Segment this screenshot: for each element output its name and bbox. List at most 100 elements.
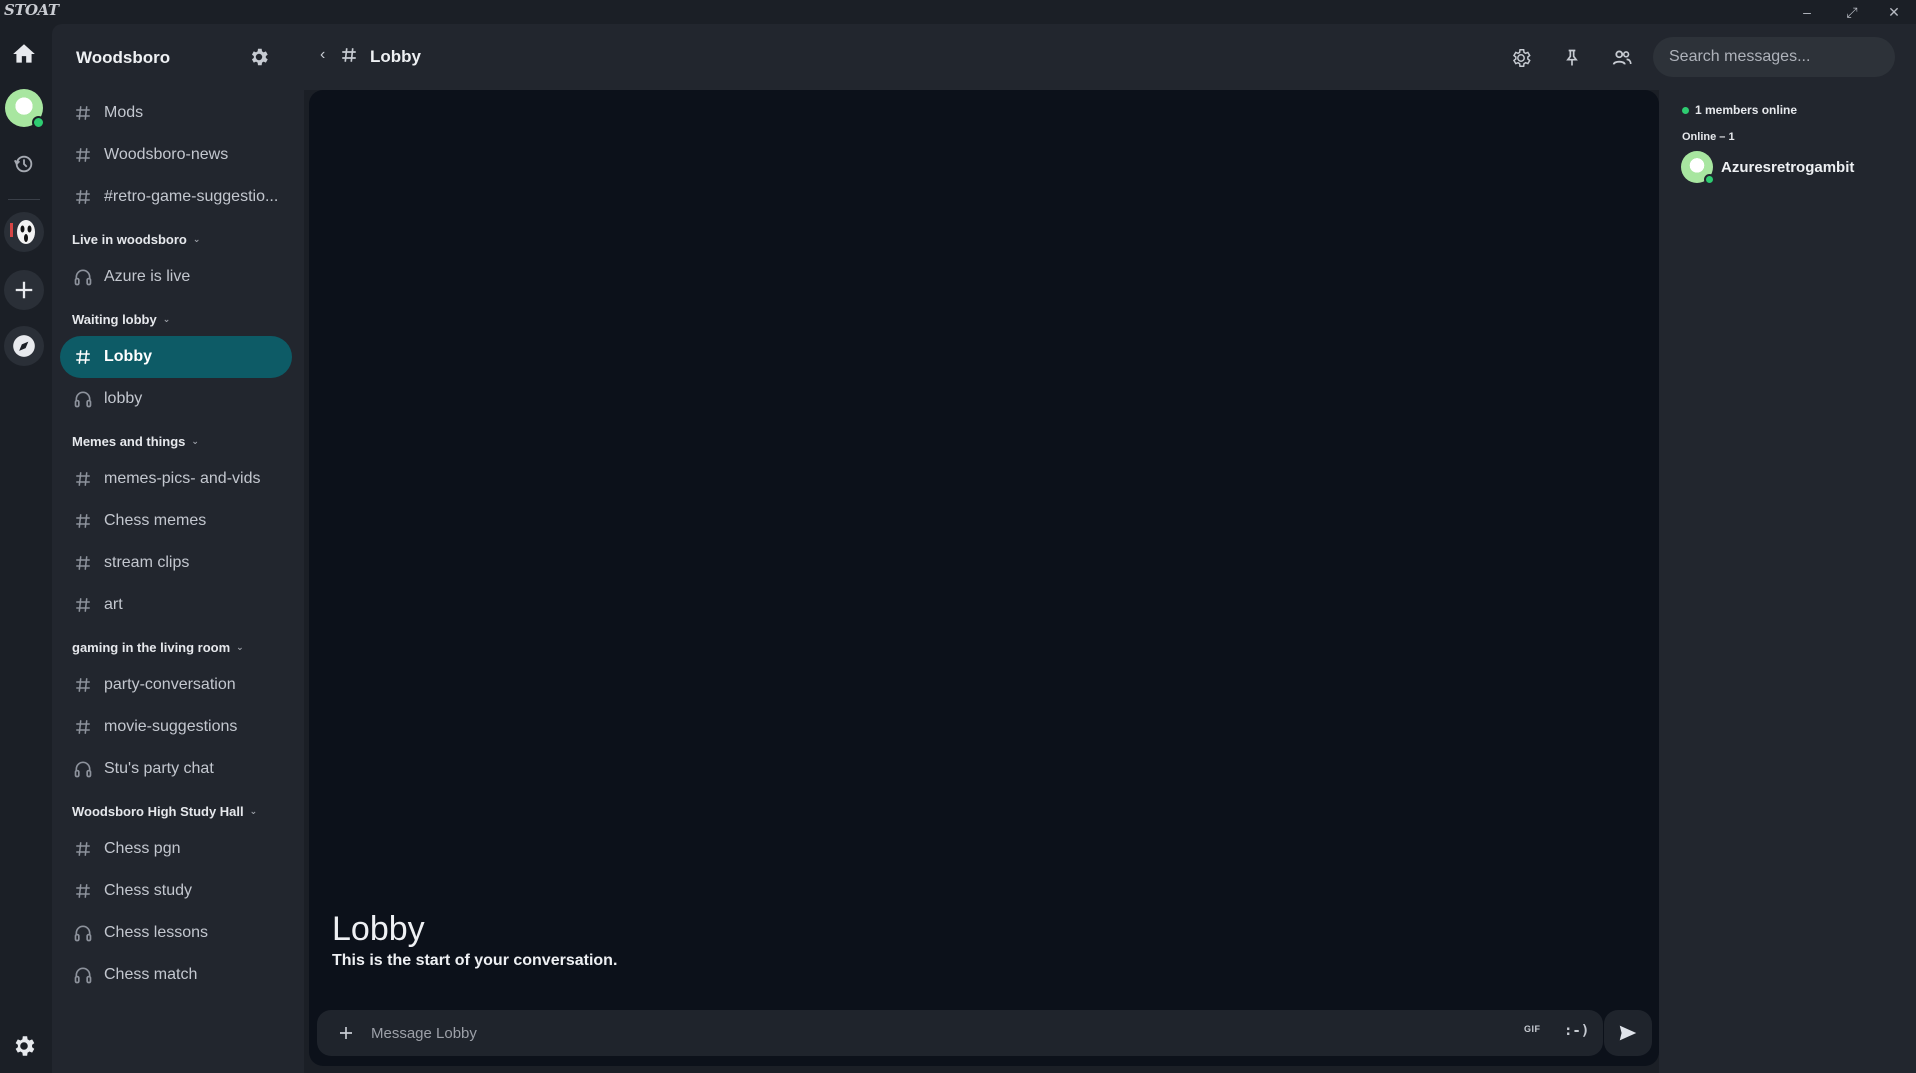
profile-avatar[interactable] [4, 88, 45, 129]
headphones-icon [72, 267, 94, 287]
home-button[interactable] [4, 34, 44, 74]
channel-category[interactable]: Memes and things ⌄ [72, 434, 199, 449]
chevron-down-icon: ⌄ [236, 642, 244, 652]
channel-party-conversation[interactable]: party-conversation [60, 664, 292, 706]
history-button[interactable] [4, 144, 44, 184]
channel-label: Chess lessons [104, 924, 209, 941]
gear-icon [251, 48, 268, 66]
plus-icon [15, 281, 33, 299]
member-name: Azuresretrogambit [1721, 158, 1855, 176]
send-icon [1619, 1025, 1637, 1041]
pinned-messages-button[interactable] [1559, 45, 1585, 71]
member-item[interactable]: Azuresretrogambit [1681, 149, 1901, 185]
channel-chess-lessons[interactable]: Chess lessons [60, 912, 292, 954]
emoji-button[interactable]: :-) [1564, 1023, 1589, 1039]
send-button[interactable] [1604, 1010, 1652, 1056]
channel-art[interactable]: art [60, 584, 292, 626]
members-panel: 1 members online Online – 1 Azuresretrog… [1659, 90, 1916, 1073]
channel-stu-s-party-chat[interactable]: Stu's party chat [60, 748, 292, 790]
hash-icon [72, 348, 94, 366]
channel-chess-memes[interactable]: Chess memes [60, 500, 292, 542]
online-dot-icon [1682, 106, 1689, 114]
online-status-dot [32, 116, 45, 129]
maximize-button[interactable]: ⤢ [1832, 0, 1872, 24]
rail-divider [8, 199, 40, 200]
channel-label: Chess memes [104, 512, 207, 529]
channel-azure-is-live[interactable]: Azure is live [60, 256, 292, 298]
gear-icon [15, 1036, 35, 1056]
category-label: gaming in the living room [72, 640, 231, 655]
hash-icon [72, 470, 94, 488]
gear-icon [1512, 49, 1531, 67]
channel-label: Mods [104, 104, 144, 121]
minimize-button[interactable]: – [1787, 0, 1827, 24]
hash-icon [72, 596, 94, 614]
conversation-start-subtitle: This is the start of your conversation. [332, 952, 618, 969]
channel-category[interactable]: Live in woodsboro ⌄ [72, 232, 200, 247]
channel-retro-game-suggestio[interactable]: #retro-game-suggestio... [60, 176, 292, 218]
channel-woodsboro-news[interactable]: Woodsboro-news [60, 134, 292, 176]
hash-icon [72, 512, 94, 530]
back-chevron-icon[interactable]: ‹ [320, 46, 325, 64]
channel-sidebar: Woodsboro Mods Woodsboro-news #retro-game-… [52, 24, 304, 1073]
add-server-button[interactable] [4, 270, 44, 310]
channel-chess-match[interactable]: Chess match [60, 954, 292, 996]
members-icon [1612, 50, 1632, 65]
message-input[interactable] [371, 1018, 1471, 1048]
channel-label: party-conversation [104, 676, 236, 693]
server-rail [0, 24, 48, 1073]
category-label: Waiting lobby [72, 312, 157, 327]
channel-label: art [104, 596, 123, 613]
channel-label: Azure is live [104, 268, 191, 285]
channel-label: Chess pgn [104, 840, 181, 857]
discover-button[interactable] [4, 326, 44, 366]
channel-label: Lobby [104, 348, 152, 365]
compass-icon [13, 335, 35, 357]
channel-label: memes-pics- and-vids [104, 470, 261, 487]
channel-lobby[interactable]: lobby [60, 378, 292, 420]
server-woodsboro[interactable] [4, 212, 44, 252]
settings-button[interactable] [4, 1026, 44, 1066]
channel-category[interactable]: gaming in the living room ⌄ [72, 640, 244, 655]
hash-icon [72, 554, 94, 572]
message-composer: GIF :-) [317, 1010, 1603, 1056]
hash-icon [72, 718, 94, 736]
category-label: Woodsboro High Study Hall [72, 804, 244, 819]
pin-icon [1566, 49, 1578, 66]
channel-chess-pgn[interactable]: Chess pgn [60, 828, 292, 870]
app-logo: STOAT [4, 1, 59, 19]
chevron-down-icon: ⌄ [162, 314, 171, 324]
channel-category[interactable]: Woodsboro High Study Hall ⌄ [72, 804, 257, 819]
hash-icon [340, 46, 358, 69]
channel-label: Woodsboro-news [104, 146, 229, 163]
channel-category[interactable]: Waiting lobby ⌄ [72, 312, 170, 327]
category-label: Live in woodsboro [72, 232, 187, 247]
channel-lobby[interactable]: Lobby [60, 336, 292, 378]
channel-chess-study[interactable]: Chess study [60, 870, 292, 912]
chevron-down-icon: ⌄ [249, 806, 258, 816]
hash-icon [72, 146, 94, 164]
channel-settings-button[interactable] [1508, 45, 1534, 71]
headphones-icon [72, 965, 94, 985]
server-settings-button[interactable] [246, 44, 272, 70]
gif-button[interactable]: GIF [1524, 1024, 1541, 1034]
online-status-dot [1704, 174, 1715, 185]
channel-header: ‹ Lobby [304, 24, 1916, 90]
title-bar: STOAT – ⤢ ✕ [0, 0, 1916, 24]
members-toggle-button[interactable] [1609, 45, 1635, 71]
search-input[interactable] [1653, 37, 1895, 77]
channel-movie-suggestions[interactable]: movie-suggestions [60, 706, 292, 748]
members-online-count: 1 members online [1682, 103, 1797, 117]
close-button[interactable]: ✕ [1874, 0, 1914, 24]
channel-stream-clips[interactable]: stream clips [60, 542, 292, 584]
channel-label: movie-suggestions [104, 718, 238, 735]
server-name[interactable]: Woodsboro [76, 48, 170, 68]
channel-label: #retro-game-suggestio... [104, 188, 279, 205]
channel-label: Stu's party chat [104, 760, 214, 777]
members-online-text: 1 members online [1695, 103, 1798, 117]
headphones-icon [72, 759, 94, 779]
hash-icon [72, 840, 94, 858]
channel-mods[interactable]: Mods [60, 92, 292, 134]
channel-memes-pics-and-vids[interactable]: memes-pics- and-vids [60, 458, 292, 500]
attach-button[interactable] [333, 1020, 359, 1046]
